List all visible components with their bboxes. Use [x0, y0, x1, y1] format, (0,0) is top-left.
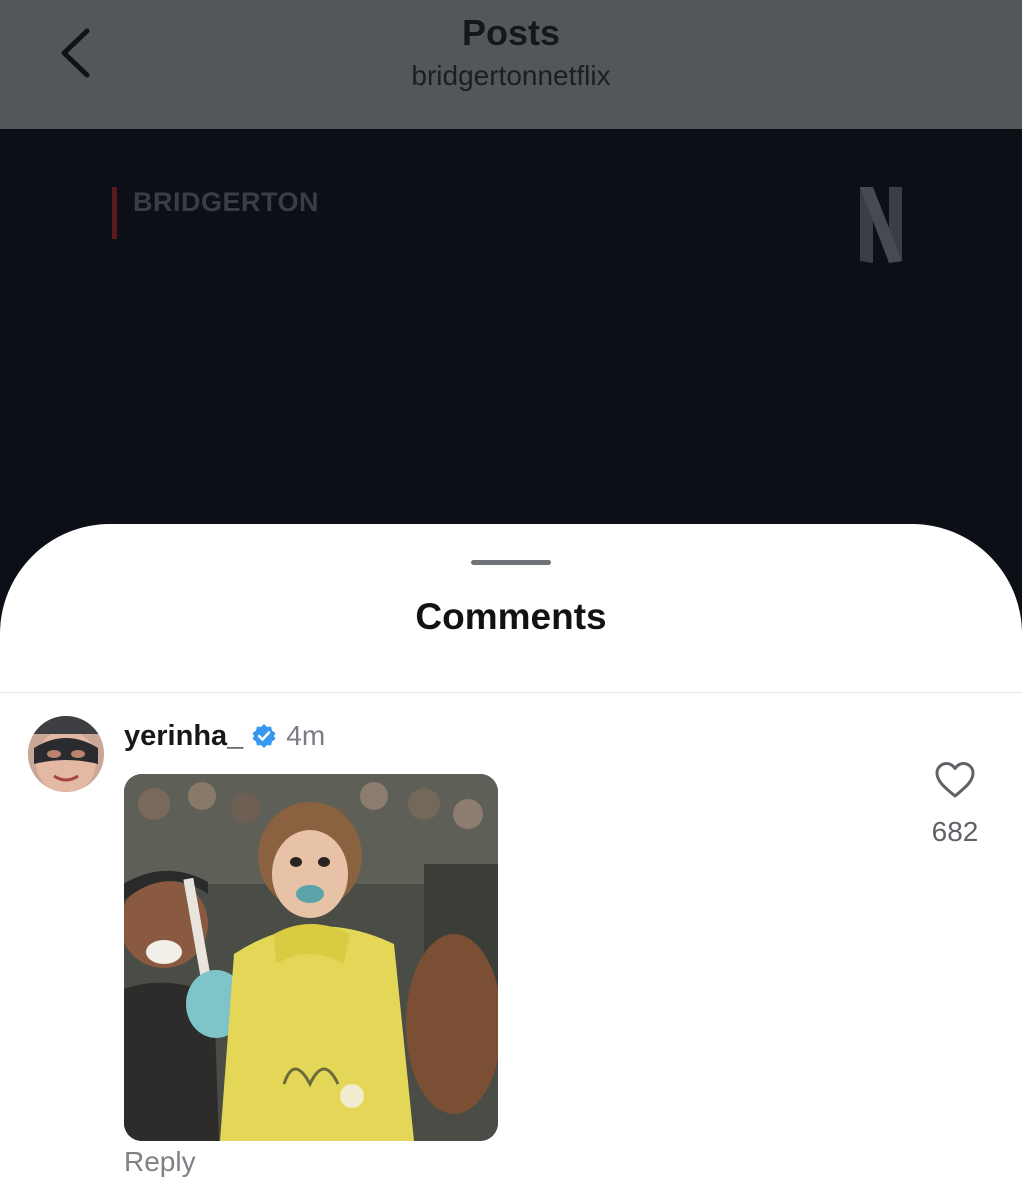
avatar[interactable] [28, 716, 104, 792]
like-count: 682 [931, 816, 979, 847]
heart-icon [935, 762, 975, 798]
comment-gif[interactable] [124, 774, 498, 1141]
reply-button[interactable]: Reply [124, 1146, 196, 1178]
show-title-accent-bar [112, 187, 117, 239]
show-name: BRIDGERTON [133, 187, 320, 217]
comment-username[interactable]: yerinha_ [124, 720, 243, 753]
post-media[interactable]: BRIDGERTON [0, 129, 1022, 589]
divider [0, 692, 1022, 693]
comment-timestamp: 4m [286, 720, 326, 751]
page-title: Posts [461, 12, 561, 53]
verified-badge-icon [252, 724, 276, 748]
top-header: Posts bridgertonnetflix [0, 0, 1022, 129]
netflix-logo [858, 185, 904, 265]
sheet-drag-handle[interactable] [471, 560, 551, 565]
show-title-mark: BRIDGERTON [112, 187, 319, 239]
comment-header: yerinha_ 4m [124, 718, 325, 754]
comments-sheet: Comments yerinha_ 4m Reply 682 [0, 524, 1022, 1199]
comments-title: Comments [415, 596, 607, 637]
like-button[interactable] [934, 760, 976, 800]
account-username[interactable]: bridgertonnetflix [0, 60, 1022, 92]
